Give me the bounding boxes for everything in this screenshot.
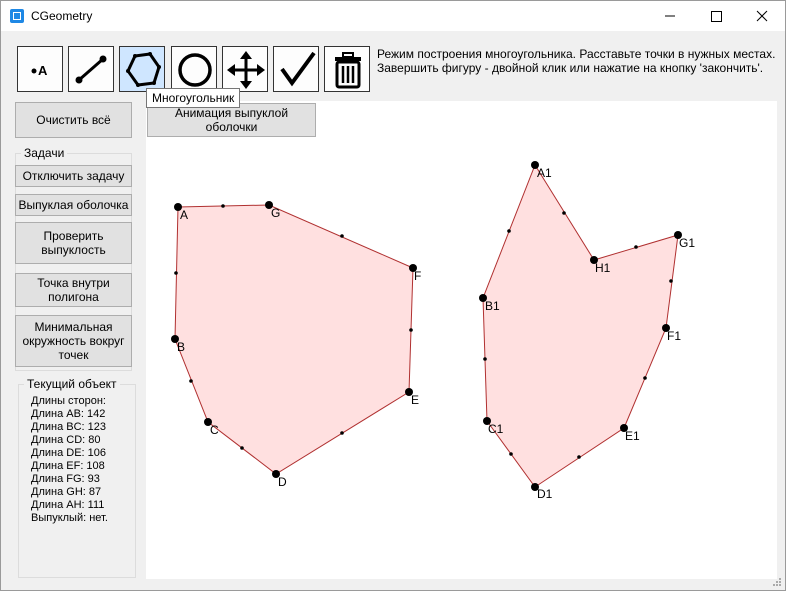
move-arrows-icon: [227, 51, 265, 89]
vertex-label: A1: [537, 166, 552, 180]
tooltip: Многоугольник: [146, 88, 241, 108]
polygon-2[interactable]: [482, 163, 679, 488]
midpoint-dot: [240, 446, 244, 450]
checkmark-icon: [280, 51, 316, 87]
midpoint-dot: [507, 229, 511, 233]
close-icon: [756, 10, 768, 22]
midpoint-dot: [669, 279, 673, 283]
vertex-label: B1: [485, 299, 500, 313]
circle-tool-button[interactable]: [171, 46, 217, 92]
point-tool-button[interactable]: A: [17, 46, 63, 92]
info-line: Длина CD: 80: [31, 434, 101, 446]
window-title: CGeometry: [31, 9, 93, 23]
tasks-group-title: Задачи: [21, 146, 68, 160]
vertex-label: A: [180, 208, 188, 222]
midpoint-dot: [509, 452, 513, 456]
check-convex-button[interactable]: Проверить выпуклость: [15, 222, 132, 264]
info-line: Выпуклый: нет.: [31, 512, 108, 524]
midpoint-dot: [340, 234, 344, 238]
convex-hull-button[interactable]: Выпуклая оболочка: [15, 194, 132, 216]
point-tool-label: A: [38, 63, 48, 78]
info-line: Длина DE: 106: [31, 447, 107, 459]
min-circle-button[interactable]: Минимальная окружность вокруг точек: [15, 315, 132, 367]
midpoint-dot: [340, 431, 344, 435]
vertex-label: E1: [625, 429, 640, 443]
title-bar: CGeometry: [1, 1, 785, 31]
vertex-label: D1: [537, 487, 553, 501]
maximize-button[interactable]: [693, 1, 739, 31]
canvas-svg: A G F E D C B A1 H1 G1 F1 E1 D1 C1 B1: [171, 161, 695, 501]
finish-tool-button[interactable]: [273, 46, 319, 92]
point-inside-button[interactable]: Точка внутри полигона: [15, 273, 132, 307]
clear-all-button[interactable]: Очистить всё: [15, 102, 132, 138]
midpoint-dot: [483, 357, 487, 361]
vertex-label: F: [414, 269, 421, 283]
info-line: Длина BC: 123: [31, 421, 107, 433]
minimize-icon: [665, 15, 675, 17]
current-object-title: Текущий объект: [24, 377, 120, 391]
disable-task-button[interactable]: Отключить задачу: [15, 165, 132, 187]
vertex-label: G1: [679, 236, 695, 250]
resize-grip-icon[interactable]: [772, 577, 782, 587]
vertex-label: C1: [488, 422, 504, 436]
vertex-label: G: [271, 206, 280, 220]
midpoint-dot: [562, 211, 566, 215]
info-line: Длина EF: 108: [31, 460, 105, 472]
maximize-icon: [711, 11, 722, 22]
vertex-label: B: [177, 340, 185, 354]
info-line: Длина AH: 111: [31, 499, 105, 511]
midpoint-dot: [577, 455, 581, 459]
move-tool-button[interactable]: [222, 46, 268, 92]
midpoint-dot: [174, 271, 178, 275]
delete-tool-button[interactable]: [324, 46, 370, 92]
midpoint-dot: [409, 328, 413, 332]
polygon-tool-button[interactable]: [119, 46, 165, 92]
info-line: Длина GH: 87: [31, 486, 102, 498]
close-button[interactable]: [739, 1, 785, 31]
segment-tool-button[interactable]: [68, 46, 114, 92]
vertex-label: D: [278, 475, 287, 489]
vertex-label: H1: [595, 261, 611, 275]
mode-hint-text: Режим построения многоугольника. Расстав…: [377, 47, 776, 75]
current-object-info: Длины сторон: Длина AB: 142 Длина BC: 12…: [31, 395, 108, 525]
circle-icon: [178, 53, 212, 87]
point-a-icon: A: [31, 63, 48, 78]
info-line: Длины сторон:: [31, 395, 106, 407]
trash-icon: [335, 52, 361, 89]
minimize-button[interactable]: [647, 1, 693, 31]
midpoint-dot: [221, 204, 225, 208]
drawing-canvas[interactable]: A G F E D C B A1 H1 G1 F1 E1 D1 C1 B1: [146, 101, 777, 579]
vertex-label: C: [210, 423, 219, 437]
convex-hull-animation-button[interactable]: Анимация выпуклой оболочки: [147, 103, 316, 137]
vertex-label: E: [411, 393, 419, 407]
info-line: Длина AB: 142: [31, 408, 106, 420]
midpoint-dot: [643, 376, 647, 380]
vertex-label: F1: [667, 329, 681, 343]
segment-icon: [75, 55, 107, 84]
app-icon: [10, 9, 24, 23]
info-line: Длина FG: 93: [31, 473, 100, 485]
polygon-icon: [126, 52, 161, 87]
midpoint-dot: [634, 245, 638, 249]
app-window: CGeometry A Режим построения многоугольн…: [0, 0, 786, 591]
midpoint-dot: [189, 379, 193, 383]
